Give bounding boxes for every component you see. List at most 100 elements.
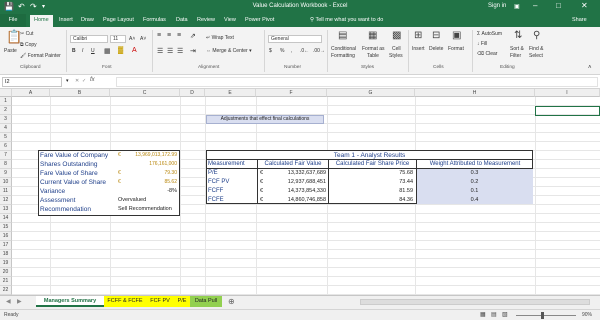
table-cell-weight[interactable]: 0.3 — [416, 169, 533, 178]
italic-button[interactable]: I — [82, 48, 83, 54]
table-cell-weight[interactable]: 0.2 — [416, 178, 533, 187]
table-cell-measurement[interactable]: FCFF — [208, 187, 256, 196]
table-cell-share-price[interactable]: 81.59 — [328, 187, 413, 196]
summary-label[interactable]: Fare Value of Share — [40, 169, 118, 178]
table-cell-measurement[interactable]: FCF PV — [208, 178, 256, 187]
zoom-level[interactable]: 90% — [582, 312, 592, 318]
table-cell-share-price[interactable]: 84.36 — [328, 196, 413, 205]
row-header[interactable]: 3 — [0, 115, 12, 124]
row-header[interactable]: 4 — [0, 124, 12, 133]
copy-button[interactable]: ⧉ Copy — [20, 42, 37, 48]
find-select-button[interactable]: Find & — [529, 46, 543, 52]
row-header[interactable]: 2 — [0, 106, 12, 115]
table-cell-weight[interactable]: 0.4 — [416, 196, 533, 205]
collapse-ribbon-icon[interactable]: ˄ — [588, 65, 592, 71]
font-size-select[interactable]: 11 — [110, 35, 126, 43]
tab-insert[interactable]: Insert — [59, 17, 73, 23]
zoom-slider[interactable] — [516, 315, 576, 316]
table-cell-fair-value[interactable]: 14,373,854,330 — [267, 187, 326, 196]
share-button[interactable]: Share — [572, 17, 587, 23]
scroll-tabs-left-icon[interactable]: ◀ — [6, 298, 11, 305]
summary-label[interactable]: Recommendation — [40, 205, 118, 214]
format-cells-button[interactable]: Format — [448, 46, 464, 52]
tab-view[interactable]: View — [224, 17, 236, 23]
ribbon-display-icon[interactable]: ▣ — [514, 3, 520, 10]
tab-formulas[interactable]: Formulas — [143, 17, 166, 23]
name-box-dropdown-icon[interactable]: ▾ — [66, 78, 69, 84]
zoom-slider-thumb[interactable] — [541, 312, 544, 319]
find-select-icon[interactable]: ⚲ — [533, 31, 540, 41]
row-header[interactable]: 11 — [0, 187, 12, 196]
table-cell-weight[interactable]: 0.1 — [416, 187, 533, 196]
tab-data[interactable]: Data — [176, 17, 188, 23]
column-header[interactable]: G — [327, 89, 415, 97]
tab-draw[interactable]: Draw — [81, 17, 94, 23]
formula-input[interactable] — [116, 77, 598, 87]
table-cell-share-price[interactable]: 75.68 — [328, 169, 413, 178]
borders-icon[interactable]: ▦ — [104, 47, 111, 55]
worksheet-grid[interactable]: A B C D E F G H I 1 2 3 4 5 6 7 8 9 10 11 12 13 14 15 1… — [0, 89, 600, 295]
summary-value[interactable]: 79.30 — [122, 169, 177, 178]
column-header[interactable]: D — [180, 89, 205, 97]
orientation-icon[interactable]: ⇗ — [190, 32, 196, 40]
comma-button[interactable]: , — [291, 48, 292, 54]
bold-button[interactable]: B — [72, 48, 76, 54]
increase-decimal-icon[interactable]: .0← — [300, 48, 309, 54]
fill-button[interactable]: ↓ Fill — [477, 41, 487, 47]
sheet-tab-fcf-pv[interactable]: FCF PV — [146, 296, 174, 307]
row-header[interactable]: 9 — [0, 169, 12, 178]
row-header[interactable]: 13 — [0, 205, 12, 214]
shrink-font-icon[interactable]: A˅ — [140, 36, 146, 42]
summary-value[interactable]: 85.62 — [122, 178, 177, 187]
table-cell-measurement[interactable]: FCFE — [208, 196, 256, 205]
align-bottom-icon[interactable]: ≡ — [177, 32, 181, 39]
row-header[interactable]: 15 — [0, 223, 12, 232]
format-as-table-button[interactable]: Format as — [362, 46, 385, 52]
cell-styles-icon[interactable]: ▩ — [392, 31, 401, 41]
column-header[interactable]: I — [535, 89, 600, 97]
row-header[interactable]: 12 — [0, 196, 12, 205]
tab-file[interactable]: File — [0, 14, 26, 27]
row-header[interactable]: 18 — [0, 250, 12, 259]
row-header[interactable]: 17 — [0, 241, 12, 250]
clear-button[interactable]: ⌫ Clear — [477, 51, 497, 57]
table-header[interactable]: Calculated Fair Value — [257, 160, 328, 169]
confirm-entry-icon[interactable]: ✓ — [82, 78, 86, 84]
cancel-entry-icon[interactable]: ✕ — [75, 78, 79, 84]
sort-filter-icon[interactable]: ⇅ — [514, 31, 522, 41]
summary-label[interactable]: Current Value of Share — [40, 178, 118, 187]
align-left-icon[interactable]: ☰ — [157, 47, 163, 55]
summary-value[interactable]: 176,161,000 — [122, 160, 177, 169]
fill-color-icon[interactable]: ▓ — [118, 47, 123, 54]
selected-cell[interactable] — [535, 106, 600, 116]
conditional-formatting-button[interactable]: Conditional — [331, 46, 356, 52]
table-cell-share-price[interactable]: 73.44 — [328, 178, 413, 187]
row-header[interactable]: 1 — [0, 97, 12, 106]
summary-value[interactable]: Sell Recommendation — [118, 205, 178, 214]
format-cells-icon[interactable]: ▣ — [452, 31, 461, 41]
tell-me-search[interactable]: ⚲ Tell me what you want to do — [310, 17, 383, 23]
row-header[interactable]: 5 — [0, 133, 12, 142]
summary-value[interactable]: -8% — [122, 187, 177, 196]
row-header[interactable]: 6 — [0, 142, 12, 151]
sort-filter-button[interactable]: Sort & — [510, 46, 524, 52]
column-header[interactable]: F — [256, 89, 327, 97]
row-header[interactable]: 22 — [0, 286, 12, 295]
indent-icon[interactable]: ⇥ — [190, 47, 196, 55]
delete-cells-icon[interactable]: ⊟ — [432, 31, 440, 41]
add-sheet-icon[interactable]: ⊕ — [228, 297, 235, 306]
summary-label[interactable]: Shares Outstanding — [40, 160, 118, 169]
paste-button[interactable]: Paste — [4, 48, 17, 54]
page-layout-view-icon[interactable]: ▤ — [491, 311, 497, 318]
summary-value[interactable]: 13,969,013,172.99 — [122, 151, 177, 160]
scroll-tabs-right-icon[interactable]: ▶ — [17, 298, 22, 305]
cut-button[interactable]: ✂ Cut — [20, 31, 33, 37]
row-header[interactable]: 21 — [0, 277, 12, 286]
align-right-icon[interactable]: ☰ — [177, 47, 183, 55]
tab-power-pivot[interactable]: Power Pivot — [245, 17, 274, 23]
page-break-view-icon[interactable]: ▧ — [502, 311, 508, 318]
sign-in-link[interactable]: Sign in — [488, 3, 506, 9]
sheet-tab-managers-summary[interactable]: Managers Summary — [36, 296, 104, 307]
conditional-formatting-icon[interactable]: ▤ — [338, 31, 347, 41]
align-middle-icon[interactable]: ≡ — [167, 32, 171, 39]
